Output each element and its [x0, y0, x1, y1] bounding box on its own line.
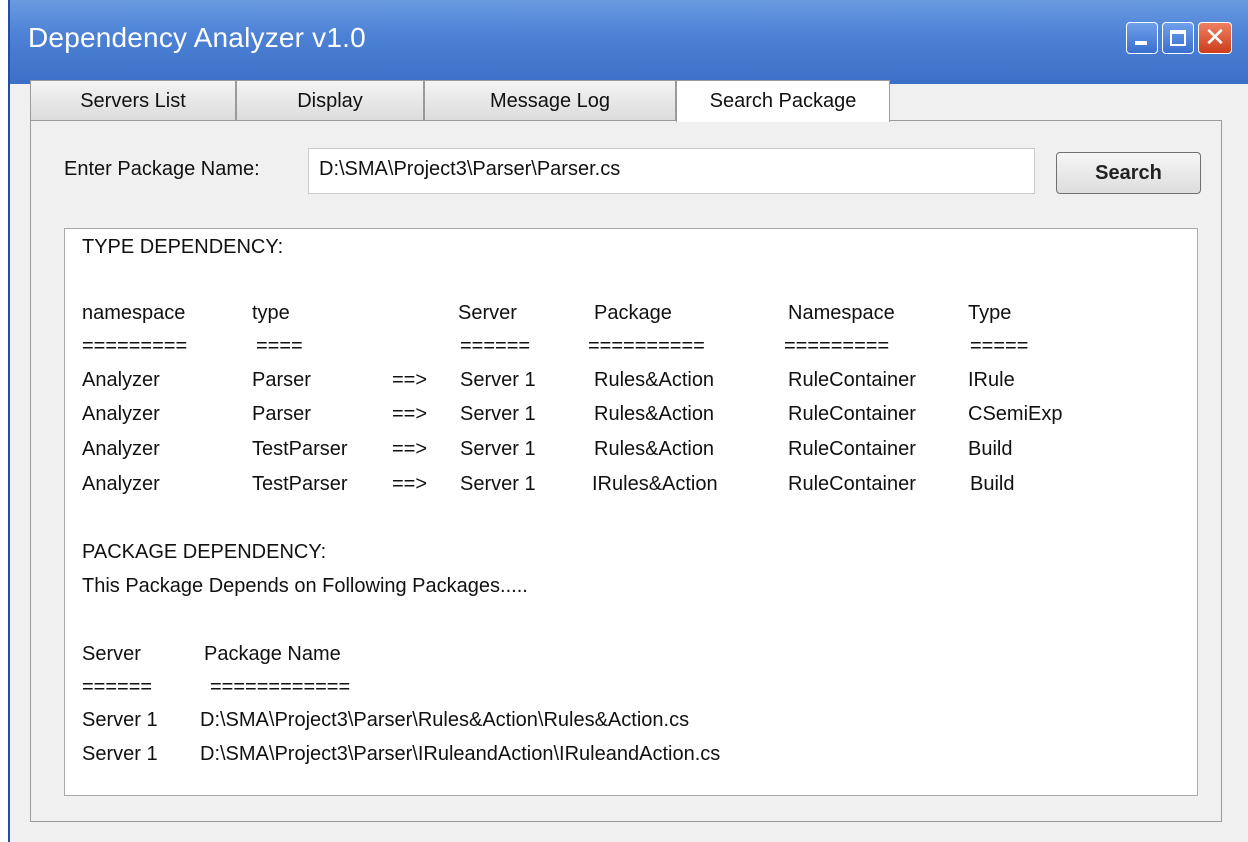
tab-message-log[interactable]: Message Log — [424, 80, 676, 120]
type-row-namespace: Analyzer — [82, 369, 160, 391]
type-row-namespace-2: RuleContainer — [788, 403, 916, 425]
type-dependency-heading: TYPE DEPENDENCY: — [82, 236, 284, 258]
package-row-path: D:\SMA\Project3\Parser\Rules&Action\Rule… — [200, 709, 690, 731]
type-row-namespace: Analyzer — [82, 403, 160, 425]
col-package: Package — [594, 302, 672, 324]
type-row-package: Rules&Action — [594, 369, 715, 391]
underline-type-2: ===== — [970, 335, 1029, 357]
underline-namespace: ========= — [82, 335, 188, 357]
package-dependency-subheading: This Package Depends on Following Packag… — [82, 575, 528, 597]
underline-server: ====== — [460, 335, 531, 357]
window-title: Dependency Analyzer v1.0 — [28, 22, 366, 53]
type-row-namespace-2: RuleContainer — [788, 438, 916, 460]
package-dependency-heading: PACKAGE DEPENDENCY: — [82, 541, 327, 563]
col-type: type — [252, 302, 290, 324]
package-name-input[interactable]: D:\SMA\Project3\Parser\Parser.cs — [308, 148, 1035, 194]
type-row-type: TestParser — [252, 473, 348, 495]
col-type-2: Type — [968, 302, 1012, 324]
tab-servers-list[interactable]: Servers List — [30, 80, 236, 120]
type-row-arrow: ==> — [392, 473, 428, 495]
type-row-server: Server 1 — [460, 473, 536, 495]
type-row-type-2: CSemiExp — [968, 403, 1063, 425]
underline-type: ==== — [256, 335, 303, 357]
title-bar[interactable]: Dependency Analyzer v1.0 ✕ — [10, 0, 1248, 84]
close-icon: ✕ — [1204, 23, 1226, 53]
underline-package: ========== — [588, 335, 705, 357]
package-row-server: Server 1 — [82, 709, 158, 731]
type-row-package: Rules&Action — [594, 438, 715, 460]
tab-display[interactable]: Display — [236, 80, 424, 120]
type-row-package: IRules&Action — [592, 473, 718, 495]
package-row-path: D:\SMA\Project3\Parser\IRuleandAction\IR… — [200, 743, 721, 765]
type-row-namespace: Analyzer — [82, 473, 160, 495]
type-row-server: Server 1 — [460, 369, 536, 391]
close-button[interactable]: ✕ — [1198, 22, 1232, 54]
maximize-icon — [1170, 30, 1186, 46]
package-name-label: Enter Package Name: — [64, 158, 260, 180]
search-button[interactable]: Search — [1056, 152, 1201, 194]
type-row-arrow: ==> — [392, 438, 428, 460]
maximize-button[interactable] — [1162, 22, 1194, 54]
col-pkg-server: Server — [82, 643, 141, 665]
col-server: Server — [458, 302, 517, 324]
type-row-type: Parser — [252, 403, 311, 425]
type-row-arrow: ==> — [392, 369, 428, 391]
underline-namespace-2: ========= — [784, 335, 890, 357]
underline-pkg-name: ============ — [210, 676, 351, 698]
type-row-server: Server 1 — [460, 403, 536, 425]
type-row-type: Parser — [252, 369, 311, 391]
type-row-type: TestParser — [252, 438, 348, 460]
type-row-namespace-2: RuleContainer — [788, 369, 916, 391]
type-row-type-2: IRule — [968, 369, 1015, 391]
underline-pkg-server: ====== — [82, 676, 153, 698]
minimize-button[interactable] — [1126, 22, 1158, 54]
type-row-namespace: Analyzer — [82, 438, 160, 460]
minimize-icon — [1135, 41, 1147, 45]
col-namespace-2: Namespace — [788, 302, 895, 324]
type-row-type-2: Build — [968, 438, 1013, 460]
type-row-namespace-2: RuleContainer — [788, 473, 916, 495]
type-row-package: Rules&Action — [594, 403, 715, 425]
type-row-arrow: ==> — [392, 403, 428, 425]
type-row-type-2: Build — [970, 473, 1015, 495]
type-row-server: Server 1 — [460, 438, 536, 460]
tab-search-package[interactable]: Search Package — [676, 80, 890, 122]
package-row-server: Server 1 — [82, 743, 158, 765]
col-namespace: namespace — [82, 302, 186, 324]
col-pkg-name: Package Name — [204, 643, 341, 665]
window-controls: ✕ — [1126, 22, 1232, 54]
